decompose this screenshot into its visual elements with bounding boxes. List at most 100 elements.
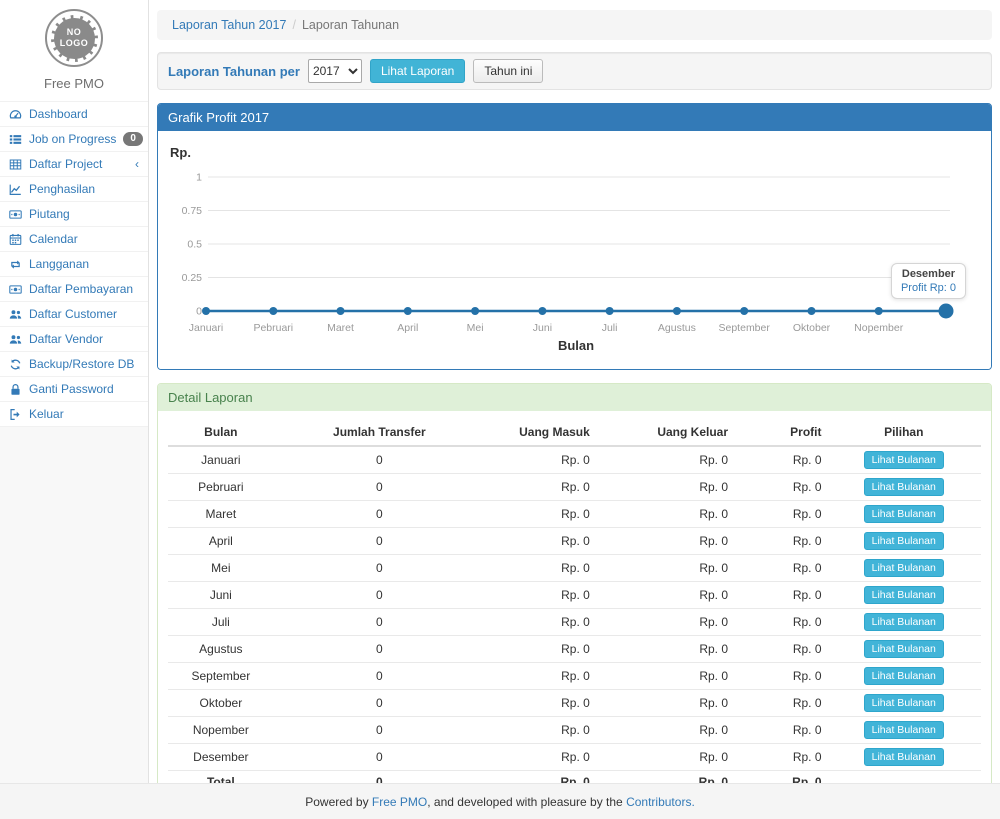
cell-profit: Rp. 0 — [733, 528, 826, 555]
lihat-bulanan-button[interactable]: Lihat Bulanan — [864, 667, 944, 685]
footer-link-freepmo[interactable]: Free PMO — [372, 795, 427, 809]
report-row-mei: Mei0Rp. 0Rp. 0Rp. 0Lihat Bulanan — [168, 555, 981, 582]
cell-bulan: Maret — [168, 501, 274, 528]
profit-chart-canvas[interactable]: Rp.00.250.50.751JanuariPebruariMaretApri… — [158, 131, 991, 369]
lihat-bulanan-button[interactable]: Lihat Bulanan — [864, 748, 944, 766]
lihat-bulanan-button[interactable]: Lihat Bulanan — [864, 532, 944, 550]
column-header-uang-masuk: Uang Masuk — [485, 419, 595, 446]
sidebar-item-dashboard[interactable]: Dashboard — [0, 101, 148, 126]
cell-jumlah_transfer: 0 — [274, 501, 485, 528]
breadcrumb: Laporan Tahun 2017 / Laporan Tahunan — [157, 10, 992, 40]
chart-tooltip-title: Desember — [901, 268, 956, 280]
cell-uang_keluar: Rp. 0 — [595, 555, 733, 582]
sidebar-item-penghasilan[interactable]: Penghasilan — [0, 176, 148, 201]
lihat-laporan-button[interactable]: Lihat Laporan — [370, 59, 465, 83]
lihat-bulanan-button[interactable]: Lihat Bulanan — [864, 613, 944, 631]
table-icon — [9, 158, 22, 171]
cell-uang_keluar: Rp. 0 — [595, 446, 733, 474]
cell-jumlah_transfer: 0 — [274, 744, 485, 771]
sidebar-item-daftar-project[interactable]: Daftar Project ‹ — [0, 151, 148, 176]
chevron-left-icon: ‹ — [135, 159, 139, 169]
column-header-profit: Profit — [733, 419, 826, 446]
cell-uang_masuk: Rp. 0 — [485, 474, 595, 501]
sidebar-item-backup-restore-db[interactable]: Backup/Restore DB — [0, 351, 148, 376]
total-cell-uang_masuk: Rp. 0 — [485, 771, 595, 784]
lihat-bulanan-button[interactable]: Lihat Bulanan — [864, 451, 944, 469]
cell-jumlah_transfer: 0 — [274, 582, 485, 609]
breadcrumb-link-laporan-tahun[interactable]: Laporan Tahun 2017 — [172, 18, 286, 32]
sidebar-item-label: Backup/Restore DB — [29, 357, 134, 371]
report-total-row: Total0Rp. 0Rp. 0Rp. 0 — [168, 771, 981, 784]
cell-jumlah_transfer: 0 — [274, 636, 485, 663]
lihat-bulanan-button[interactable]: Lihat Bulanan — [864, 694, 944, 712]
year-select[interactable]: 2017 — [308, 59, 362, 83]
sidebar-item-keluar[interactable]: Keluar — [0, 401, 148, 426]
sidebar-item-daftar-vendor[interactable]: Daftar Vendor — [0, 326, 148, 351]
brand-name: Free PMO — [0, 76, 148, 91]
svg-text:0.25: 0.25 — [182, 272, 203, 284]
cell-uang_keluar: Rp. 0 — [595, 663, 733, 690]
report-row-oktober: Oktober0Rp. 0Rp. 0Rp. 0Lihat Bulanan — [168, 690, 981, 717]
lihat-bulanan-button[interactable]: Lihat Bulanan — [864, 505, 944, 523]
cell-profit: Rp. 0 — [733, 717, 826, 744]
lihat-bulanan-button[interactable]: Lihat Bulanan — [864, 559, 944, 577]
report-row-desember: Desember0Rp. 0Rp. 0Rp. 0Lihat Bulanan — [168, 744, 981, 771]
svg-text:Bulan: Bulan — [558, 338, 594, 353]
report-row-juni: Juni0Rp. 0Rp. 0Rp. 0Lihat Bulanan — [168, 582, 981, 609]
svg-text:Pebruari: Pebruari — [253, 322, 293, 334]
cell-profit: Rp. 0 — [733, 555, 826, 582]
sidebar-item-label: Daftar Vendor — [29, 332, 103, 346]
sidebar-item-daftar-customer[interactable]: Daftar Customer — [0, 301, 148, 326]
sidebar-item-calendar[interactable]: Calendar — [0, 226, 148, 251]
total-cell-profit: Rp. 0 — [733, 771, 826, 784]
cell-profit: Rp. 0 — [733, 474, 826, 501]
cell-jumlah_transfer: 0 — [274, 663, 485, 690]
tasks-icon — [9, 133, 22, 146]
lihat-bulanan-button[interactable]: Lihat Bulanan — [864, 721, 944, 739]
sidebar-item-label: Dashboard — [29, 107, 88, 121]
breadcrumb-separator: / — [292, 18, 295, 32]
profit-chart-panel: Grafik Profit 2017 Rp.00.250.50.751Janua… — [157, 103, 992, 370]
cell-profit: Rp. 0 — [733, 663, 826, 690]
footer-link-contributors[interactable]: Contributors. — [626, 795, 695, 809]
filter-label: Laporan Tahunan per — [168, 64, 300, 79]
svg-text:Maret: Maret — [327, 322, 354, 334]
svg-text:Januari: Januari — [189, 322, 223, 334]
sidebar-item-piutang[interactable]: Piutang — [0, 201, 148, 226]
sidebar-item-label: Job on Progress — [29, 132, 116, 146]
column-header-bulan: Bulan — [168, 419, 274, 446]
sidebar-item-langganan[interactable]: Langganan — [0, 251, 148, 276]
breadcrumb-current: Laporan Tahunan — [302, 18, 399, 32]
cell-bulan: September — [168, 663, 274, 690]
cell-jumlah_transfer: 0 — [274, 555, 485, 582]
cell-profit: Rp. 0 — [733, 636, 826, 663]
svg-text:September: September — [719, 322, 771, 334]
sidebar-item-ganti-password[interactable]: Ganti Password — [0, 376, 148, 401]
cell-uang_keluar: Rp. 0 — [595, 474, 733, 501]
tahun-ini-button[interactable]: Tahun ini — [473, 59, 543, 83]
report-row-juli: Juli0Rp. 0Rp. 0Rp. 0Lihat Bulanan — [168, 609, 981, 636]
cell-jumlah_transfer: 0 — [274, 690, 485, 717]
cell-uang_masuk: Rp. 0 — [485, 690, 595, 717]
report-row-agustus: Agustus0Rp. 0Rp. 0Rp. 0Lihat Bulanan — [168, 636, 981, 663]
lihat-bulanan-button[interactable]: Lihat Bulanan — [864, 478, 944, 496]
sidebar-item-label: Langganan — [29, 257, 89, 271]
svg-text:1: 1 — [196, 172, 202, 184]
cell-profit: Rp. 0 — [733, 501, 826, 528]
report-row-maret: Maret0Rp. 0Rp. 0Rp. 0Lihat Bulanan — [168, 501, 981, 528]
profit-line-chart: Rp.00.250.50.751JanuariPebruariMaretApri… — [168, 141, 980, 353]
svg-text:Rp.: Rp. — [170, 145, 191, 160]
cell-uang_masuk: Rp. 0 — [485, 636, 595, 663]
sidebar-item-label: Daftar Project — [29, 157, 102, 171]
cell-uang_masuk: Rp. 0 — [485, 609, 595, 636]
cell-uang_keluar: Rp. 0 — [595, 582, 733, 609]
cell-profit: Rp. 0 — [733, 744, 826, 771]
cell-uang_masuk: Rp. 0 — [485, 717, 595, 744]
cell-uang_masuk: Rp. 0 — [485, 446, 595, 474]
lihat-bulanan-button[interactable]: Lihat Bulanan — [864, 640, 944, 658]
sidebar-item-job-on-progress[interactable]: Job on Progress0 — [0, 126, 148, 151]
lihat-bulanan-button[interactable]: Lihat Bulanan — [864, 586, 944, 604]
cell-jumlah_transfer: 0 — [274, 446, 485, 474]
sidebar-item-label: Piutang — [29, 207, 70, 221]
sidebar-item-daftar-pembayaran[interactable]: Daftar Pembayaran — [0, 276, 148, 301]
